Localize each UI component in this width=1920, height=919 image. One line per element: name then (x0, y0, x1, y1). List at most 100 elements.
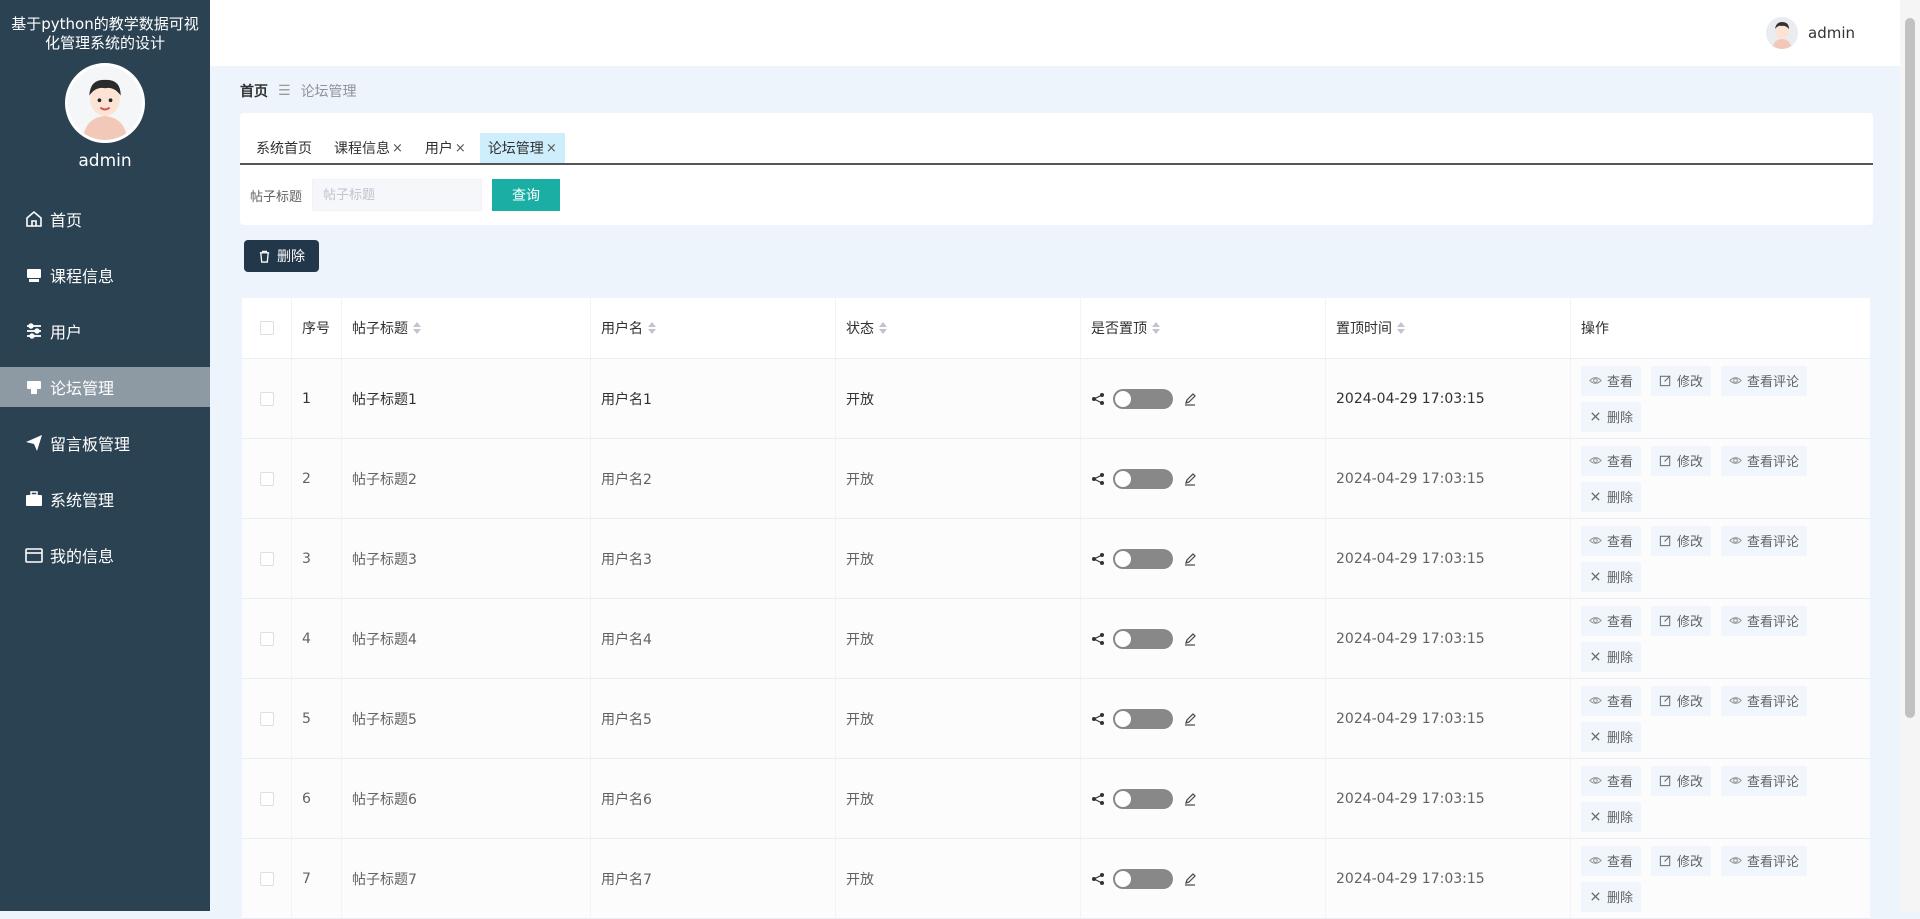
pencil-icon[interactable] (1183, 792, 1197, 806)
view-button[interactable]: 查看 (1581, 365, 1642, 396)
close-icon[interactable]: × (546, 141, 557, 156)
batch-delete-button[interactable]: 删除 (244, 240, 319, 272)
edit-icon (1659, 855, 1671, 867)
delete-button[interactable]: 删除 (1581, 641, 1642, 672)
close-icon[interactable]: × (392, 141, 403, 156)
row-checkbox[interactable] (259, 631, 274, 646)
scrollbar-thumb[interactable] (1905, 18, 1915, 718)
header-title[interactable]: 帖子标题 (342, 298, 591, 358)
sort-icon[interactable] (1397, 322, 1405, 334)
row-checkbox[interactable] (259, 471, 274, 486)
top-user-menu[interactable]: admin (1766, 17, 1855, 49)
delete-button[interactable]: 删除 (1581, 481, 1642, 512)
breadcrumb-home[interactable]: 首页 (240, 81, 268, 101)
delete-button[interactable]: 删除 (1581, 881, 1642, 912)
delete-button[interactable]: 删除 (1581, 721, 1642, 752)
sort-icon[interactable] (879, 322, 887, 334)
share-icon[interactable] (1091, 712, 1105, 726)
delete-button[interactable]: 删除 (1581, 801, 1642, 832)
scrollbar[interactable] (1900, 0, 1920, 911)
view-comments-button[interactable]: 查看评论 (1721, 685, 1808, 716)
select-all-checkbox[interactable] (259, 321, 274, 335)
sidebar-item-home[interactable]: 首页 (0, 199, 210, 239)
edit-button[interactable]: 修改 (1651, 445, 1712, 476)
view-button[interactable]: 查看 (1581, 525, 1642, 556)
breadcrumb-separator-icon: ☰ (278, 83, 291, 99)
edit-button[interactable]: 修改 (1651, 365, 1712, 396)
pin-toggle-switch[interactable] (1113, 548, 1173, 569)
header-label: 置顶时间 (1336, 321, 1392, 337)
delete-button[interactable]: 删除 (1581, 561, 1642, 592)
view-button[interactable]: 查看 (1581, 845, 1642, 876)
pencil-icon[interactable] (1183, 872, 1197, 886)
view-button[interactable]: 查看 (1581, 445, 1642, 476)
sidebar-item-message-board[interactable]: 留言板管理 (0, 423, 210, 463)
edit-button[interactable]: 修改 (1651, 765, 1712, 796)
sidebar-item-courses[interactable]: 课程信息 (0, 255, 210, 295)
share-icon[interactable] (1091, 472, 1105, 486)
pencil-icon[interactable] (1183, 712, 1197, 726)
view-comments-button[interactable]: 查看评论 (1721, 445, 1808, 476)
pin-toggle-switch[interactable] (1113, 788, 1173, 809)
row-checkbox[interactable] (259, 871, 274, 886)
pin-toggle-switch[interactable] (1113, 628, 1173, 649)
share-icon[interactable] (1091, 632, 1105, 646)
search-input[interactable] (312, 179, 483, 211)
edit-button[interactable]: 修改 (1651, 685, 1712, 716)
share-icon[interactable] (1091, 872, 1105, 886)
row-actions: 查看 修改 查看评论 删除 (1581, 605, 1870, 672)
row-checkbox[interactable] (259, 711, 274, 726)
pencil-icon[interactable] (1183, 632, 1197, 646)
view-button[interactable]: 查看 (1581, 605, 1642, 636)
view-comments-button[interactable]: 查看评论 (1721, 365, 1808, 396)
delete-button[interactable]: 删除 (1581, 401, 1642, 432)
view-comments-button[interactable]: 查看评论 (1721, 525, 1808, 556)
sidebar-item-system[interactable]: 系统管理 (0, 479, 210, 519)
edit-button[interactable]: 修改 (1651, 525, 1712, 556)
tab-courses[interactable]: 课程信息 × (326, 133, 411, 163)
pencil-icon[interactable] (1183, 552, 1197, 566)
pencil-icon[interactable] (1183, 392, 1197, 406)
tab-system-home[interactable]: 系统首页 (248, 133, 320, 163)
row-checkbox[interactable] (259, 791, 274, 806)
pin-toggle-switch[interactable] (1113, 868, 1173, 889)
edit-button[interactable]: 修改 (1651, 845, 1712, 876)
tab-forum[interactable]: 论坛管理 × (479, 133, 565, 163)
view-comments-button[interactable]: 查看评论 (1721, 765, 1808, 796)
header-state[interactable]: 状态 (836, 298, 1081, 358)
eye-icon (1729, 777, 1742, 784)
header-pin-time[interactable]: 置顶时间 (1326, 298, 1571, 358)
row-title: 帖子标题4 (342, 599, 591, 678)
header-label: 状态 (846, 321, 874, 337)
row-user: 用户名2 (591, 439, 836, 518)
header-pinned[interactable]: 是否置顶 (1081, 298, 1326, 358)
row-checkbox[interactable] (259, 551, 274, 566)
view-comments-button[interactable]: 查看评论 (1721, 605, 1808, 636)
sidebar-item-my-info[interactable]: 我的信息 (0, 535, 210, 575)
header-user[interactable]: 用户名 (591, 298, 836, 358)
sidebar-username: admin (78, 151, 132, 171)
pin-toggle-switch[interactable] (1113, 388, 1173, 409)
edit-button[interactable]: 修改 (1651, 605, 1712, 636)
view-comments-button[interactable]: 查看评论 (1721, 845, 1808, 876)
avatar[interactable] (65, 63, 145, 143)
tab-users[interactable]: 用户 × (417, 133, 474, 163)
delete-label: 删除 (277, 249, 305, 265)
view-button[interactable]: 查看 (1581, 765, 1642, 796)
pin-toggle-switch[interactable] (1113, 708, 1173, 729)
close-icon[interactable]: × (455, 141, 466, 156)
view-button[interactable]: 查看 (1581, 685, 1642, 716)
sort-icon[interactable] (648, 322, 656, 334)
share-icon[interactable] (1091, 792, 1105, 806)
share-icon[interactable] (1091, 392, 1105, 406)
pencil-icon[interactable] (1183, 472, 1197, 486)
sidebar-item-label: 课程信息 (50, 267, 115, 286)
pin-toggle-switch[interactable] (1113, 468, 1173, 489)
sidebar-item-users[interactable]: 用户 (0, 311, 210, 351)
sort-icon[interactable] (413, 322, 421, 334)
sidebar-item-forum[interactable]: 论坛管理 (0, 367, 210, 407)
row-checkbox[interactable] (259, 391, 274, 406)
search-button[interactable]: 查询 (492, 179, 561, 211)
share-icon[interactable] (1091, 552, 1105, 566)
sort-icon[interactable] (1152, 322, 1160, 334)
